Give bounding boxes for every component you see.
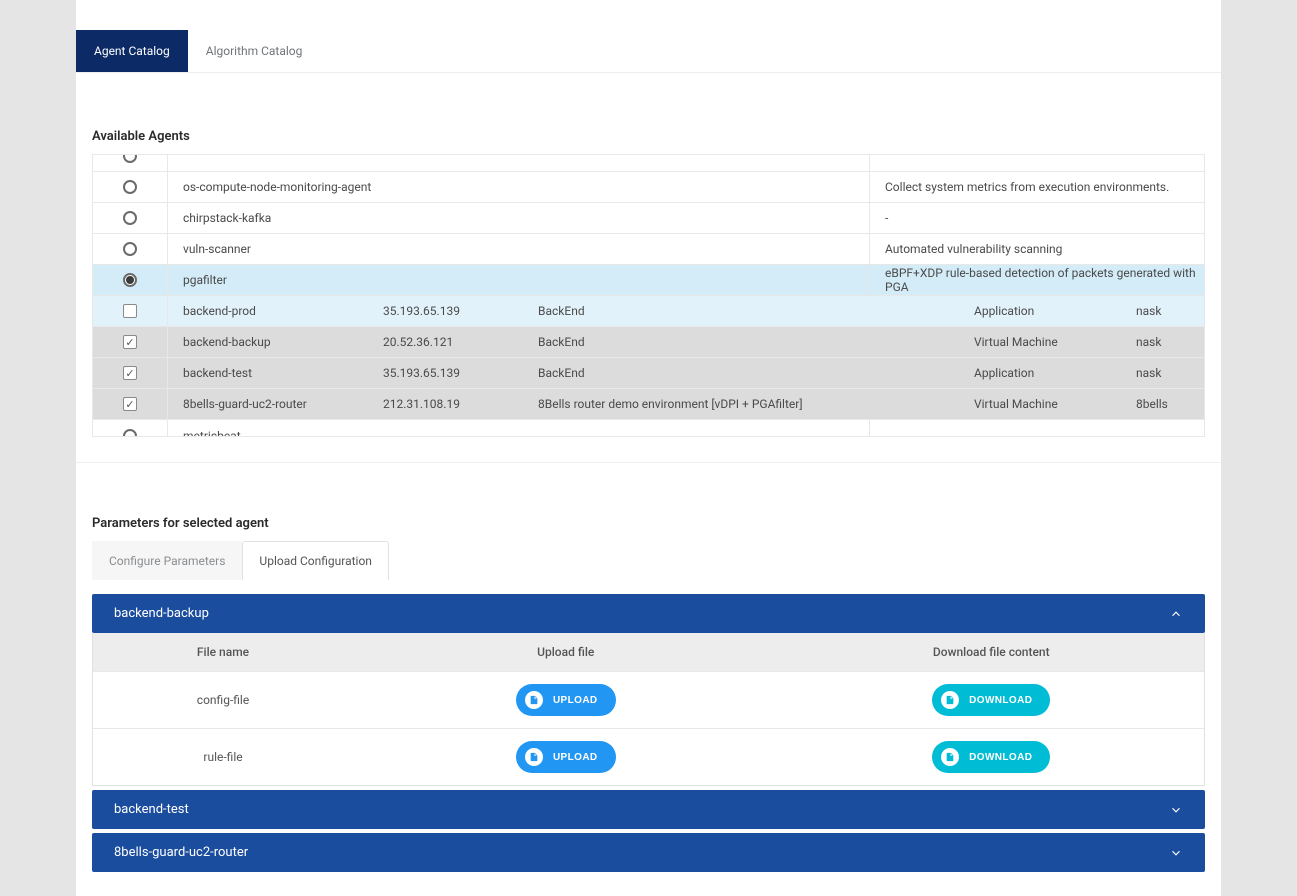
file-row: config-file UPLOAD DOWNLOAD bbox=[93, 671, 1204, 728]
accordion-item: backend-test bbox=[92, 790, 1205, 829]
agent-radio[interactable] bbox=[123, 211, 137, 225]
catalog-tabbar: Agent Catalog Algorithm Catalog bbox=[76, 30, 1221, 73]
instance-desc: BackEnd bbox=[538, 304, 974, 318]
agent-name: vuln-scanner bbox=[168, 242, 869, 256]
parameters-heading: Parameters for selected agent bbox=[76, 512, 1221, 541]
file-icon bbox=[525, 748, 543, 766]
agent-description: Automated vulnerability scanning bbox=[869, 234, 1204, 264]
instance-checkbox[interactable] bbox=[123, 335, 137, 349]
upload-button[interactable]: UPLOAD bbox=[516, 741, 616, 773]
instance-ip: 212.31.108.19 bbox=[383, 397, 538, 411]
agent-radio[interactable] bbox=[123, 180, 137, 194]
agent-row[interactable]: vuln-scannerAutomated vulnerability scan… bbox=[93, 234, 1204, 265]
tab-upload-configuration[interactable]: Upload Configuration bbox=[242, 541, 389, 580]
instance-org: nask bbox=[1136, 335, 1204, 349]
agent-catalog-panel: Agent Catalog Algorithm Catalog Availabl… bbox=[76, 0, 1221, 462]
agent-description: Collect system metrics from execution en… bbox=[869, 172, 1204, 202]
instance-org: nask bbox=[1136, 366, 1204, 380]
agent-name: metricbeat bbox=[168, 429, 869, 437]
accordion-body: File nameUpload fileDownload file conten… bbox=[92, 633, 1205, 786]
chevron-down-icon bbox=[1169, 846, 1183, 860]
tab-agent-catalog[interactable]: Agent Catalog bbox=[76, 30, 188, 72]
upload-label: UPLOAD bbox=[553, 752, 598, 763]
instance-type: Virtual Machine bbox=[974, 397, 1136, 411]
accordion-header[interactable]: backend-test bbox=[92, 790, 1205, 829]
upload-label: UPLOAD bbox=[553, 695, 598, 706]
instance-checkbox[interactable] bbox=[123, 304, 137, 318]
parameters-panel: Parameters for selected agent Configure … bbox=[76, 512, 1221, 896]
file-icon bbox=[941, 748, 959, 766]
agent-row[interactable]: metricbeat- bbox=[93, 420, 1204, 436]
chevron-down-icon bbox=[1169, 803, 1183, 817]
file-icon bbox=[525, 691, 543, 709]
file-icon bbox=[941, 691, 959, 709]
instance-ip: 35.193.65.139 bbox=[383, 366, 538, 380]
agent-radio[interactable] bbox=[123, 155, 137, 163]
agent-radio[interactable] bbox=[123, 273, 137, 287]
instance-name: backend-test bbox=[168, 366, 383, 380]
instance-org: 8bells bbox=[1136, 397, 1204, 411]
col-file-name: File name bbox=[93, 633, 353, 671]
file-row: rule-file UPLOAD DOWNLOAD bbox=[93, 728, 1204, 785]
instance-name: backend-backup bbox=[168, 335, 383, 349]
file-name-cell: rule-file bbox=[93, 738, 353, 776]
instance-row[interactable]: backend-prod35.193.65.139BackEndApplicat… bbox=[93, 296, 1204, 327]
parameter-tabbar: Configure Parameters Upload Configuratio… bbox=[76, 541, 1221, 580]
instance-row[interactable]: 8bells-guard-uc2-router212.31.108.198Bel… bbox=[93, 389, 1204, 420]
accordion-title: 8bells-guard-uc2-router bbox=[114, 845, 248, 860]
agent-description: - bbox=[869, 203, 1204, 233]
agent-description: eBPF+XDP rule-based detection of packets… bbox=[869, 265, 1204, 295]
agent-row[interactable]: os-compute-node-monitoring-agentCollect … bbox=[93, 172, 1204, 203]
instance-checkbox[interactable] bbox=[123, 397, 137, 411]
instance-desc: BackEnd bbox=[538, 366, 974, 380]
agents-table: os-compute-node-monitoring-agentCollect … bbox=[92, 154, 1205, 437]
download-label: DOWNLOAD bbox=[969, 752, 1032, 763]
upload-button[interactable]: UPLOAD bbox=[516, 684, 616, 716]
instance-row[interactable]: backend-backup20.52.36.121BackEndVirtual… bbox=[93, 327, 1204, 358]
tab-configure-parameters[interactable]: Configure Parameters bbox=[92, 541, 242, 580]
agent-radio[interactable] bbox=[123, 429, 137, 437]
download-button[interactable]: DOWNLOAD bbox=[932, 741, 1050, 773]
accordion-header[interactable]: 8bells-guard-uc2-router bbox=[92, 833, 1205, 872]
agent-radio[interactable] bbox=[123, 242, 137, 256]
download-button[interactable]: DOWNLOAD bbox=[932, 684, 1050, 716]
accordion-title: backend-backup bbox=[114, 606, 209, 621]
instance-desc: 8Bells router demo environment [vDPI + P… bbox=[538, 397, 974, 411]
tab-algorithm-catalog[interactable]: Algorithm Catalog bbox=[188, 30, 321, 72]
instance-checkbox[interactable] bbox=[123, 366, 137, 380]
agent-row[interactable]: chirpstack-kafka- bbox=[93, 203, 1204, 234]
chevron-up-icon bbox=[1169, 607, 1183, 621]
instance-type: Virtual Machine bbox=[974, 335, 1136, 349]
instance-ip: 35.193.65.139 bbox=[383, 304, 538, 318]
file-table-header: File nameUpload fileDownload file conten… bbox=[93, 633, 1204, 671]
agents-table-scroll[interactable]: os-compute-node-monitoring-agentCollect … bbox=[93, 155, 1204, 436]
instance-type: Application bbox=[974, 304, 1136, 318]
instance-desc: BackEnd bbox=[538, 335, 974, 349]
instance-org: nask bbox=[1136, 304, 1204, 318]
agent-name: os-compute-node-monitoring-agent bbox=[168, 180, 869, 194]
accordion-item: 8bells-guard-uc2-router bbox=[92, 833, 1205, 872]
col-upload: Upload file bbox=[353, 633, 779, 671]
download-label: DOWNLOAD bbox=[969, 695, 1032, 706]
available-agents-heading: Available Agents bbox=[76, 113, 1221, 154]
instance-name: 8bells-guard-uc2-router bbox=[168, 397, 383, 411]
agent-description bbox=[869, 155, 1204, 171]
accordion-item: backend-backup File nameUpload fileDownlo… bbox=[92, 594, 1205, 786]
upload-config-accordion: backend-backup File nameUpload fileDownlo… bbox=[92, 594, 1205, 872]
instance-type: Application bbox=[974, 366, 1136, 380]
accordion-title: backend-test bbox=[114, 802, 189, 817]
file-name-cell: config-file bbox=[93, 681, 353, 719]
instance-ip: 20.52.36.121 bbox=[383, 335, 538, 349]
agent-name: chirpstack-kafka bbox=[168, 211, 869, 225]
agent-name: pgafilter bbox=[168, 273, 869, 287]
accordion-header[interactable]: backend-backup bbox=[92, 594, 1205, 633]
instance-row[interactable]: backend-test35.193.65.139BackEndApplicat… bbox=[93, 358, 1204, 389]
agent-description: - bbox=[869, 420, 1204, 436]
agent-row[interactable]: pgafiltereBPF+XDP rule-based detection o… bbox=[93, 265, 1204, 296]
agent-row[interactable] bbox=[93, 155, 1204, 172]
instance-name: backend-prod bbox=[168, 304, 383, 318]
col-download: Download file content bbox=[779, 633, 1205, 671]
